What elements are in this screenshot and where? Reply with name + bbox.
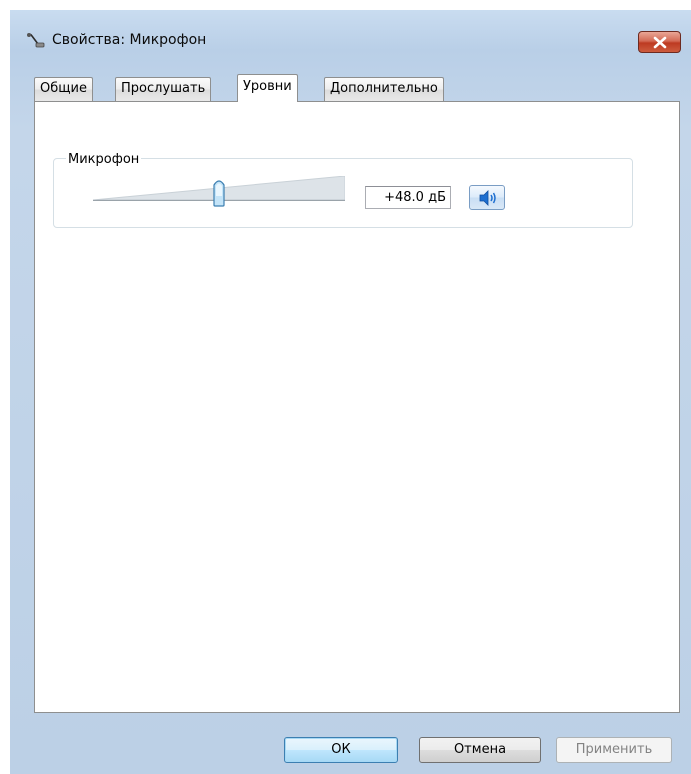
close-button[interactable] bbox=[638, 31, 681, 53]
apply-button[interactable]: Применить bbox=[556, 737, 672, 763]
cancel-button[interactable]: Отмена bbox=[419, 737, 541, 763]
microphone-icon bbox=[26, 31, 46, 51]
slider-thumb-icon[interactable] bbox=[213, 180, 225, 207]
volume-value-field[interactable]: +48.0 дБ bbox=[365, 186, 451, 209]
window-title: Свойства: Микрофон bbox=[52, 32, 207, 48]
tab-general[interactable]: Общие bbox=[34, 77, 93, 101]
mute-button[interactable] bbox=[469, 185, 505, 210]
ok-button[interactable]: ОК bbox=[284, 737, 398, 763]
tab-advanced[interactable]: Дополнительно bbox=[324, 77, 444, 101]
tab-listen[interactable]: Прослушать bbox=[115, 77, 212, 101]
group-label: Микрофон bbox=[66, 152, 142, 167]
volume-slider[interactable] bbox=[92, 175, 346, 212]
title-bar[interactable]: Свойства: Микрофон bbox=[10, 10, 691, 66]
levels-panel: Микрофон +48.0 дБ bbox=[34, 101, 680, 713]
tab-levels[interactable]: Уровни bbox=[237, 74, 298, 102]
properties-window: Свойства: Микрофон Общие Прослушать Уров… bbox=[10, 10, 691, 774]
